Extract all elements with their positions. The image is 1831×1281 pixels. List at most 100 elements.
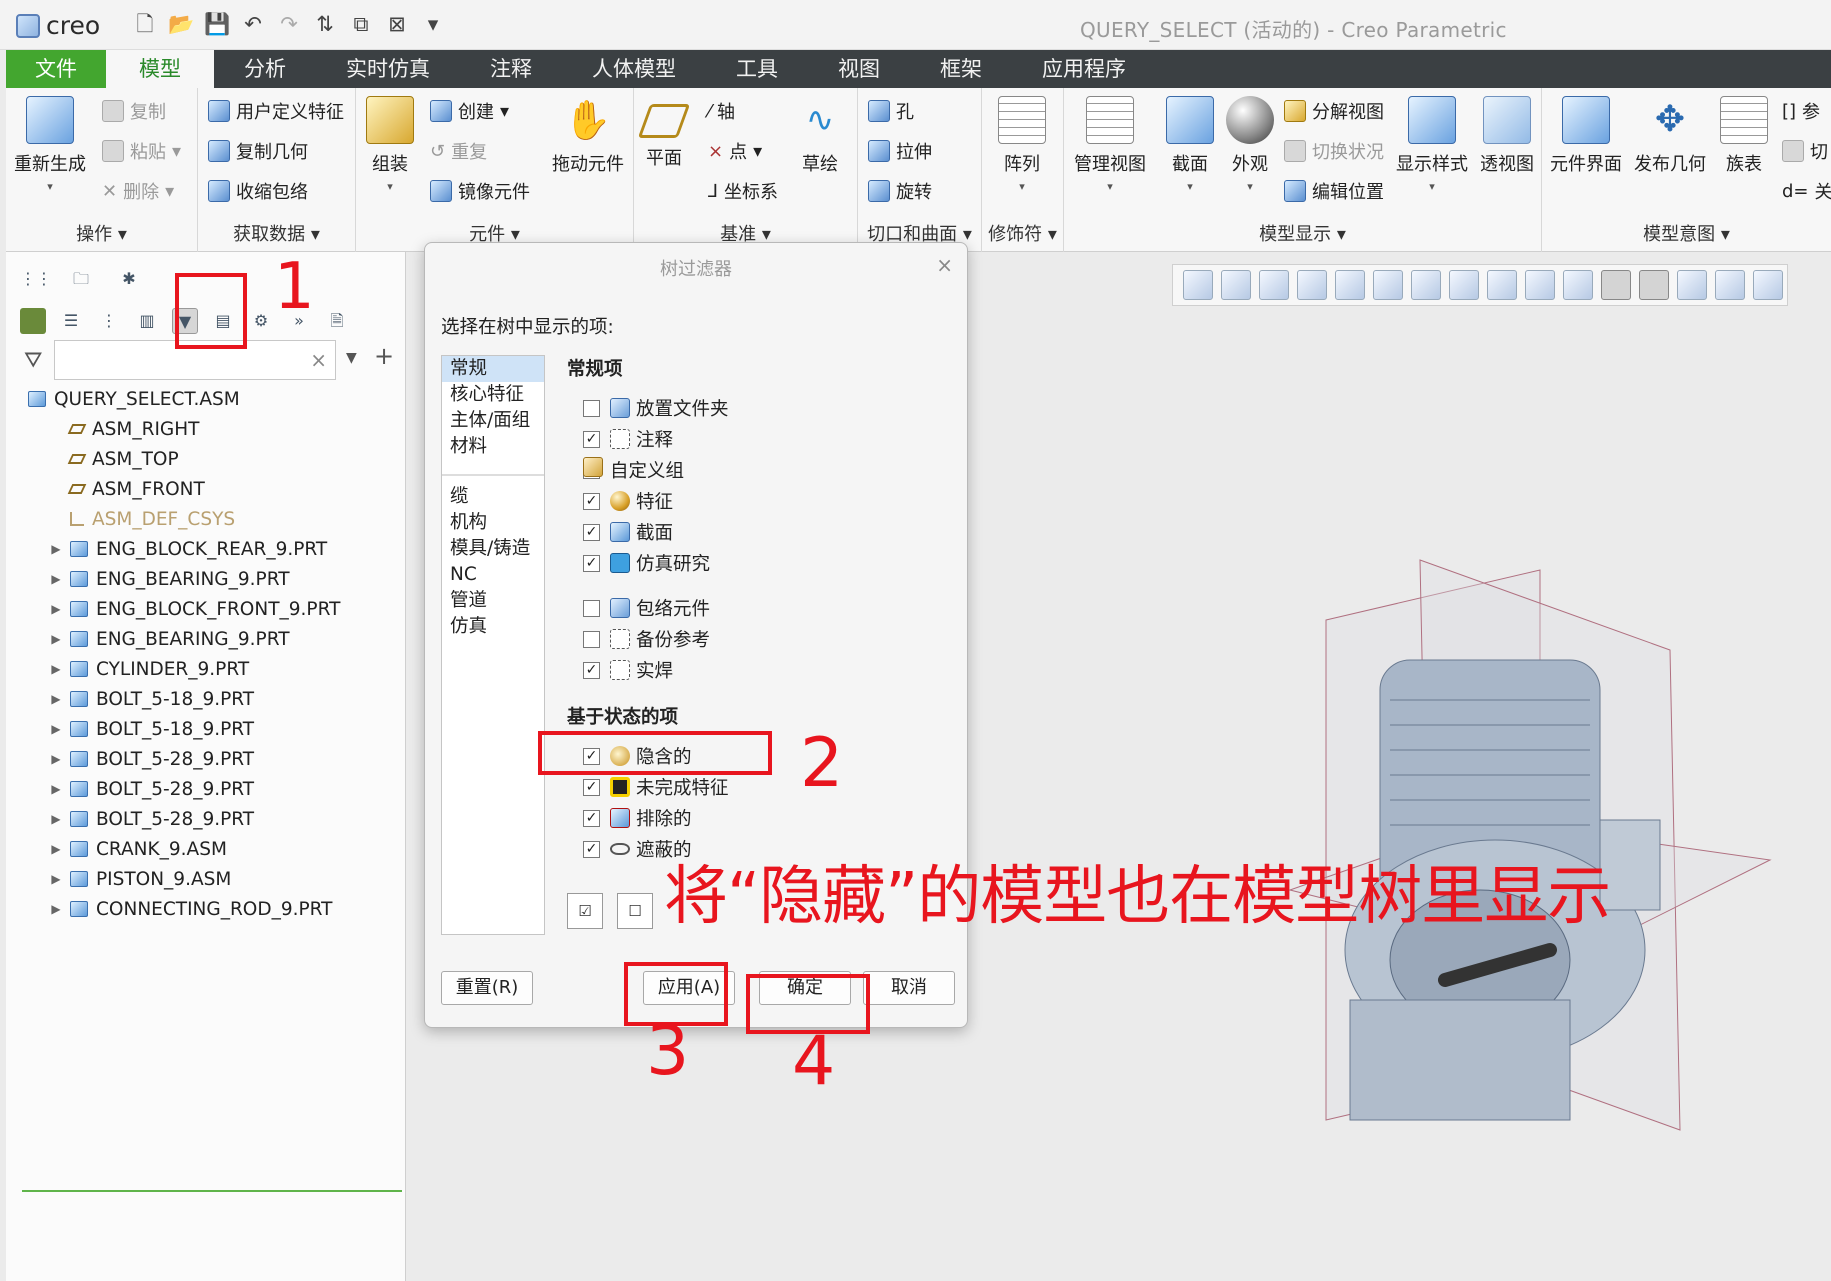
publish-geometry-button[interactable]: ✥ 发布几何 bbox=[1634, 96, 1706, 176]
sketch-button[interactable]: ∿ 草绘 bbox=[796, 96, 844, 176]
checkbox[interactable] bbox=[583, 599, 600, 617]
checkbox[interactable] bbox=[583, 399, 600, 417]
section-icon[interactable] bbox=[1487, 270, 1517, 300]
create-button[interactable]: 创建 ▾ bbox=[430, 98, 509, 124]
filter-option[interactable]: ✓ 特征 bbox=[583, 488, 673, 514]
deselect-all-icon[interactable]: ☐ bbox=[617, 893, 653, 929]
tab-tools[interactable]: 工具 bbox=[706, 50, 808, 88]
filter-option[interactable]: 包络元件 bbox=[583, 595, 710, 621]
expand-arrow-icon[interactable]: ▶ bbox=[46, 542, 66, 556]
copy-button[interactable]: 复制 bbox=[102, 98, 166, 124]
group-label[interactable]: 操作 ▾ bbox=[6, 220, 197, 246]
paste-button[interactable]: 粘贴 ▾ bbox=[102, 138, 181, 164]
appearance-button[interactable]: 外观 ▾ bbox=[1226, 96, 1274, 193]
shrinkwrap-button[interactable]: 收缩包络 bbox=[208, 178, 308, 204]
expand-arrow-icon[interactable]: ▶ bbox=[46, 812, 66, 826]
refit-icon[interactable] bbox=[1183, 270, 1213, 300]
datum-display-icon[interactable] bbox=[1525, 270, 1555, 300]
checkbox[interactable] bbox=[583, 630, 600, 648]
expand-arrow-icon[interactable]: ▶ bbox=[46, 722, 66, 736]
hole-button[interactable]: 孔 bbox=[868, 98, 914, 124]
component-interface-button[interactable]: 元件界面 bbox=[1550, 96, 1622, 176]
saved-orientations-icon[interactable] bbox=[1373, 270, 1403, 300]
regenerate-icon[interactable]: ⇅ bbox=[312, 10, 338, 38]
category-item[interactable]: 模具/铸造 bbox=[442, 536, 544, 562]
model-tree-tab-icon[interactable]: ⋮⋮ bbox=[20, 266, 52, 292]
tree-row[interactable]: ▶ ENG_BLOCK_FRONT_9.PRT bbox=[20, 594, 400, 624]
tree-row[interactable]: ▶ BOLT_5-18_9.PRT bbox=[20, 714, 400, 744]
tree-row[interactable]: ASM_TOP bbox=[20, 444, 400, 474]
manage-views-button[interactable]: 管理视图 ▾ bbox=[1074, 96, 1146, 193]
category-item[interactable]: 仿真 bbox=[442, 614, 544, 640]
spin-center-icon[interactable] bbox=[1601, 270, 1631, 300]
expand-arrow-icon[interactable]: ▶ bbox=[46, 902, 66, 916]
expand-arrow-icon[interactable]: ▶ bbox=[46, 782, 66, 796]
mirror-component-button[interactable]: 镜像元件 bbox=[430, 178, 530, 204]
tree-notes-icon[interactable]: 🗎 bbox=[324, 308, 350, 334]
category-item[interactable]: 主体/面组 bbox=[442, 408, 544, 434]
tree-row[interactable]: ▶ BOLT_5-28_9.PRT bbox=[20, 804, 400, 834]
csys-button[interactable]: ⅃ 坐标系 bbox=[708, 178, 778, 204]
group-label[interactable]: 修饰符 ▾ bbox=[982, 220, 1063, 246]
tree-row[interactable]: ASM_RIGHT bbox=[20, 414, 400, 444]
tab-file[interactable]: 文件 bbox=[6, 50, 106, 88]
tab-framework[interactable]: 框架 bbox=[910, 50, 1012, 88]
expand-arrow-icon[interactable]: ▶ bbox=[46, 752, 66, 766]
tab-annotate[interactable]: 注释 bbox=[460, 50, 562, 88]
tree-row[interactable]: ▶ ENG_BLOCK_REAR_9.PRT bbox=[20, 534, 400, 564]
point-button[interactable]: × 点 ▾ bbox=[708, 138, 762, 164]
checkbox[interactable]: ✓ bbox=[583, 554, 600, 572]
tree-expand-icon[interactable]: ⋮ bbox=[96, 308, 122, 334]
category-item[interactable]: 机构 bbox=[442, 510, 544, 536]
expand-arrow-icon[interactable]: ▶ bbox=[46, 602, 66, 616]
tree-row[interactable]: ASM_FRONT bbox=[20, 474, 400, 504]
save-icon[interactable]: 💾 bbox=[204, 10, 230, 38]
filter-option[interactable]: ✓ 未完成特征 bbox=[583, 774, 729, 800]
pattern-button[interactable]: 阵列 ▾ bbox=[998, 96, 1046, 193]
favorites-tab-icon[interactable]: ✱ bbox=[116, 266, 142, 292]
expand-arrow-icon[interactable]: ▶ bbox=[46, 632, 66, 646]
category-item[interactable]: NC bbox=[442, 562, 544, 588]
group-label[interactable]: 模型显示 ▾ bbox=[1064, 220, 1541, 246]
new-icon[interactable]: 🗋 bbox=[132, 10, 158, 38]
cancel-button[interactable]: 取消 bbox=[863, 971, 955, 1005]
customize-icon[interactable]: ▾ bbox=[420, 10, 446, 38]
checkbox[interactable]: ✓ bbox=[583, 840, 600, 858]
copy-geometry-button[interactable]: 复制几何 bbox=[208, 138, 308, 164]
repeat-button[interactable]: ↺ 重复 bbox=[430, 138, 487, 164]
tab-live-simulation[interactable]: 实时仿真 bbox=[316, 50, 460, 88]
regenerate-button[interactable]: 重新生成 ▾ bbox=[14, 96, 86, 193]
drag-components-button[interactable]: ✋ 拖动元件 bbox=[552, 96, 624, 176]
engine-3d-model[interactable] bbox=[1270, 530, 1790, 1150]
model-display-icon[interactable] bbox=[20, 308, 46, 334]
tree-row[interactable]: ▶ BOLT_5-18_9.PRT bbox=[20, 684, 400, 714]
view-manager-icon[interactable] bbox=[1411, 270, 1441, 300]
folder-browser-tab-icon[interactable]: 🗀 bbox=[68, 266, 94, 292]
redo-icon[interactable]: ↷ bbox=[276, 10, 302, 38]
select-all-icon[interactable]: ☑ bbox=[567, 893, 603, 929]
category-item[interactable]: 常规 bbox=[442, 356, 544, 382]
tree-row[interactable]: ▶ PISTON_9.ASM bbox=[20, 864, 400, 894]
revolve-button[interactable]: 旋转 bbox=[868, 178, 932, 204]
category-item[interactable]: 材料 bbox=[442, 434, 544, 460]
tree-row[interactable]: QUERY_SELECT.ASM bbox=[20, 384, 400, 414]
tab-applications[interactable]: 应用程序 bbox=[1012, 50, 1156, 88]
perspective-icon[interactable] bbox=[1449, 270, 1479, 300]
tab-model[interactable]: 模型 bbox=[106, 50, 214, 88]
udf-button[interactable]: 用户定义特征 bbox=[208, 98, 344, 124]
animation-icon[interactable] bbox=[1753, 270, 1783, 300]
annotation-display-icon[interactable] bbox=[1563, 270, 1593, 300]
tree-row[interactable]: ▶ CONNECTING_ROD_9.PRT bbox=[20, 894, 400, 924]
group-label[interactable]: 获取数据 ▾ bbox=[198, 220, 355, 246]
assemble-button[interactable]: 组装 ▾ bbox=[366, 96, 414, 193]
tree-row[interactable]: ▶ BOLT_5-28_9.PRT bbox=[20, 744, 400, 774]
expand-arrow-icon[interactable]: ▶ bbox=[46, 692, 66, 706]
perspective-button[interactable]: 透视图 bbox=[1480, 96, 1534, 176]
expand-arrow-icon[interactable]: ▶ bbox=[46, 572, 66, 586]
tree-row[interactable]: ▶ BOLT_5-28_9.PRT bbox=[20, 774, 400, 804]
zoom-out-icon[interactable] bbox=[1259, 270, 1289, 300]
checkbox[interactable]: ✓ bbox=[583, 809, 600, 827]
expand-arrow-icon[interactable]: ▶ bbox=[46, 842, 66, 856]
tree-row[interactable]: ▶ CYLINDER_9.PRT bbox=[20, 654, 400, 684]
checkbox[interactable]: ✓ bbox=[583, 661, 600, 679]
